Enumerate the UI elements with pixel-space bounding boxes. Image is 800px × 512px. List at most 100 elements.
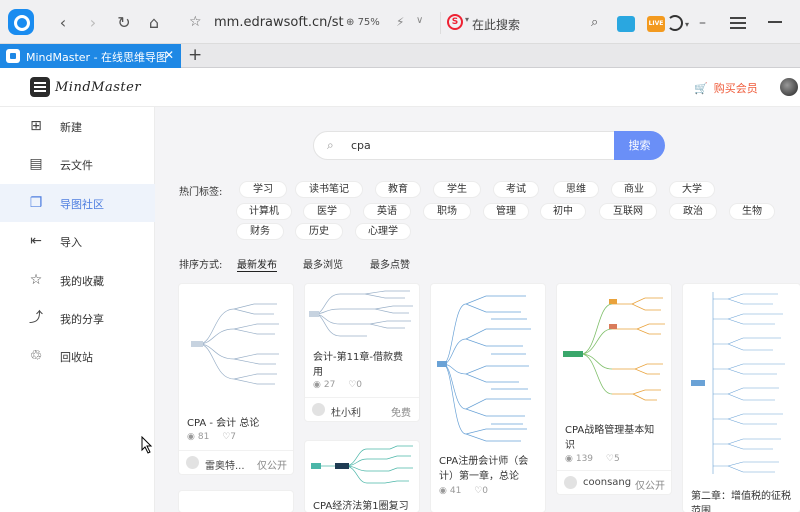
- tag[interactable]: 管理: [483, 203, 529, 220]
- tag[interactable]: 考试: [493, 181, 539, 198]
- card-author[interactable]: coonsang: [583, 477, 631, 488]
- eye-icon: ◉: [565, 454, 573, 464]
- tag[interactable]: 教育: [375, 181, 421, 198]
- sidebar-item-cloud-files[interactable]: ▤ 云文件: [0, 145, 155, 183]
- like-count: 0: [482, 486, 488, 496]
- tag[interactable]: 生物: [729, 203, 775, 220]
- card-stats: ◉ 41 ♡0: [439, 486, 488, 496]
- zoom-level[interactable]: ⊕ 75%: [346, 17, 380, 28]
- tab-mindmaster[interactable]: MindMaster - 在线思维导图 ✕: [0, 44, 181, 68]
- like-count: 0: [356, 380, 362, 390]
- sidebar-item-trash[interactable]: ♲ 回收站: [0, 337, 155, 375]
- sidebar-item-label: 我的分享: [60, 313, 104, 326]
- tag[interactable]: 财务: [236, 223, 284, 240]
- card-status: 仅公开: [635, 481, 665, 492]
- buy-membership-button[interactable]: 🛒 购买会员: [694, 80, 758, 96]
- sidebar-item-favorites[interactable]: ☆ 我的收藏: [0, 261, 155, 299]
- mindmap-thumbnail: [691, 292, 785, 474]
- browser-search-box[interactable]: S ▾ 在此搜索 ⌕: [440, 12, 610, 34]
- tab-bar: MindMaster - 在线思维导图 ✕ +: [0, 44, 800, 68]
- mindmap-thumbnail: [191, 303, 279, 385]
- mindmap-card[interactable]: 会计-第11章-借款费用 ◉ 27 ♡0 杜小利 免费: [305, 284, 419, 421]
- sidebar-item-import[interactable]: ⇤ 导入: [0, 222, 155, 260]
- sidebar-item-label: 云文件: [60, 159, 93, 172]
- like-count: 5: [614, 454, 620, 464]
- live-extension-icon[interactable]: LIVE: [647, 16, 665, 32]
- sidebar-item-label: 导图社区: [60, 198, 104, 211]
- chevron-down-icon[interactable]: ∨: [416, 15, 423, 26]
- tag[interactable]: 学生: [433, 181, 481, 198]
- tag[interactable]: 学习: [239, 181, 287, 198]
- chevron-down-icon[interactable]: ▾: [685, 20, 689, 29]
- zoom-icon: ⊕: [346, 17, 358, 28]
- mindmap-card[interactable]: CPA - 会计 总论 ◉ 81 ♡7 雷奥特... 仅公开: [179, 284, 293, 474]
- tag[interactable]: 商业: [611, 181, 657, 198]
- browser-logo-icon[interactable]: [8, 9, 34, 35]
- card-footer: coonsang 仅公开: [557, 470, 671, 494]
- back-icon[interactable]: ‹: [54, 14, 72, 32]
- browser-search-placeholder[interactable]: 在此搜索: [472, 16, 520, 33]
- tag[interactable]: 历史: [295, 223, 343, 240]
- search-engine-icon[interactable]: S: [447, 14, 463, 30]
- reload-icon[interactable]: ↻: [115, 14, 133, 32]
- tag[interactable]: 大学: [669, 181, 715, 198]
- sort-most-liked[interactable]: 最多点赞: [370, 256, 410, 271]
- tag[interactable]: 政治: [669, 203, 717, 220]
- sort-latest[interactable]: 最新发布: [237, 256, 277, 272]
- search-input[interactable]: ⌕ cpa: [313, 131, 615, 160]
- mindmap-card[interactable]: 第二章：增值税的征税范围: [683, 284, 800, 512]
- eye-icon: ◉: [187, 432, 195, 442]
- new-tab-icon[interactable]: +: [188, 45, 202, 65]
- hot-tags-label: 热门标签:: [179, 187, 223, 198]
- star-icon: ☆: [29, 272, 43, 288]
- video-extension-icon[interactable]: [617, 16, 635, 32]
- card-title[interactable]: CPA - 会计 总论: [187, 416, 287, 431]
- card-author[interactable]: 杜小利: [331, 404, 361, 419]
- minus-icon[interactable]: –: [699, 15, 706, 31]
- mindmaster-logo-icon[interactable]: [30, 77, 50, 97]
- tag[interactable]: 职场: [423, 203, 471, 220]
- caret-down-icon[interactable]: ▾: [465, 15, 469, 24]
- sidebar-item-shares[interactable]: ⤴ 我的分享: [0, 299, 155, 337]
- sort-most-viewed[interactable]: 最多浏览: [303, 256, 343, 271]
- sidebar-item-new[interactable]: ⊞ 新建: [0, 107, 155, 145]
- card-title[interactable]: CPA注册会计师（会计）第一章，总论: [439, 454, 539, 484]
- address-bar[interactable]: ☆ mm.edrawsoft.cn/st ⊕ 75% ⚡ ∨: [181, 12, 433, 34]
- tag[interactable]: 互联网: [599, 203, 657, 220]
- card-title[interactable]: 会计-第11章-借款费用: [313, 350, 411, 380]
- search-icon[interactable]: ⌕: [591, 15, 598, 30]
- bolt-icon[interactable]: ⚡: [396, 15, 404, 29]
- card-title[interactable]: CPA战略管理基本知识: [565, 423, 661, 453]
- tag[interactable]: 思维: [553, 181, 599, 198]
- mindmap-card[interactable]: CPA战略管理基本知识 ◉ 139 ♡5 coonsang 仅公开: [557, 284, 671, 494]
- avatar: [564, 476, 577, 489]
- mindmap-card[interactable]: CPA经济法第1圈复习: [305, 441, 419, 512]
- mindmap-thumbnail: [309, 290, 413, 337]
- minimize-icon[interactable]: [768, 21, 782, 23]
- tag[interactable]: 英语: [363, 203, 411, 220]
- avatar[interactable]: [780, 78, 798, 96]
- mindmap-card[interactable]: CPA注册会计师（会计）第一章，总论 ◉ 41 ♡0: [431, 284, 545, 512]
- home-icon[interactable]: ⌂: [145, 14, 163, 32]
- url-text[interactable]: mm.edrawsoft.cn/st: [214, 15, 344, 30]
- tag[interactable]: 读书笔记: [295, 181, 363, 198]
- avatar: [186, 456, 199, 469]
- tag[interactable]: 心理学: [355, 223, 411, 240]
- moon-extension-icon[interactable]: [667, 15, 683, 31]
- sidebar-item-label: 导入: [60, 236, 82, 249]
- app-name[interactable]: MindMaster: [55, 80, 141, 95]
- tag[interactable]: 医学: [303, 203, 351, 220]
- card-author[interactable]: 雷奥特...: [205, 457, 245, 472]
- close-icon[interactable]: ✕: [164, 48, 174, 62]
- search-button[interactable]: 搜索: [614, 131, 665, 160]
- bookmark-star-icon[interactable]: ☆: [189, 14, 202, 30]
- card-title[interactable]: CPA经济法第1圈复习: [313, 499, 413, 512]
- mindmap-card[interactable]: [179, 491, 293, 512]
- card-title[interactable]: 第二章：增值税的征税范围: [691, 489, 796, 512]
- sidebar-item-community[interactable]: ❐ 导图社区: [0, 184, 155, 222]
- menu-icon[interactable]: [730, 17, 746, 29]
- forward-icon[interactable]: ›: [84, 14, 102, 32]
- card-footer: 雷奥特... 仅公开: [179, 450, 293, 474]
- tag[interactable]: 计算机: [236, 203, 292, 220]
- tag[interactable]: 初中: [540, 203, 586, 220]
